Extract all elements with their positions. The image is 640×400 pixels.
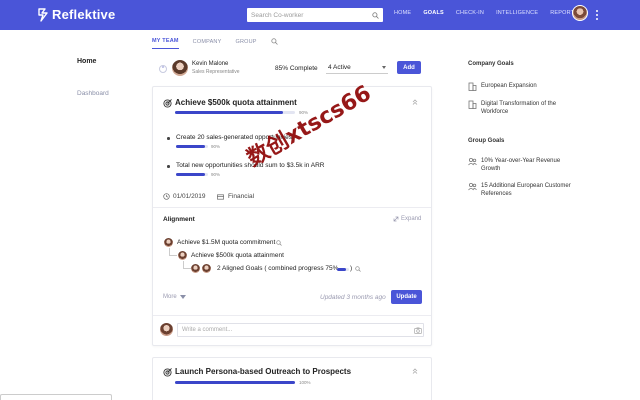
tab-group[interactable]: GROUP [235,39,256,49]
more-menu-icon[interactable] [596,10,599,20]
more-button[interactable]: More [163,294,186,300]
goal-card: Launch Persona-based Outreach to Prospec… [152,357,432,400]
comment-input[interactable]: Write a comment... [177,323,424,337]
status-dropdown-value: 4 Active [328,64,351,71]
expand-button[interactable]: Expand [393,216,421,222]
member-progress: 85% Complete [275,65,318,72]
collapse-toggle-icon[interactable]: ^ [159,65,167,73]
nav-home[interactable]: HOME [394,10,411,16]
member-role: Sales Representative [192,69,240,75]
team-member-row: ^ Kevin Malone Sales Representative 85% … [152,57,432,79]
bullet-icon [167,165,170,168]
goal-progress-fill [175,111,283,114]
target-icon [163,368,172,377]
tab-my-team[interactable]: MY TEAM [152,38,179,49]
group-goal-text: 10% Year-over-Year Revenue Growth [481,158,561,172]
subgoal-progress-label: 90% [211,172,221,177]
nav-intelligence[interactable]: INTELLIGENCE [496,10,538,16]
goal-title[interactable]: Launch Persona-based Outreach to Prospec… [175,367,351,376]
commenter-avatar [160,323,173,336]
group-goal-item[interactable]: 15 Additional European Customer Referenc… [468,182,571,198]
subgoal-progress-fill [176,173,205,176]
goal-progress-bar [175,381,295,384]
search-placeholder: Search Co-worker [251,11,304,19]
tab-company[interactable]: COMPANY [193,39,222,49]
company-goal-item[interactable]: European Expansion [468,82,571,91]
app-title: Reflektive [52,7,116,22]
group-goals-heading: Group Goals [468,138,505,144]
group-icon [468,182,477,191]
collapse-icon[interactable] [412,99,418,105]
add-goal-button[interactable]: Add [397,61,421,74]
aligned-progress-fill [337,268,346,271]
category-icon [217,194,224,200]
self-goal-avatar [178,251,187,260]
subgoal-progress-bar [176,145,208,148]
updated-timestamp: Updated 3 months ago [320,294,386,301]
group-goal-item[interactable]: 10% Year-over-Year Revenue Growth [468,157,571,173]
alignment-label: Alignment [163,216,195,223]
search-icon[interactable] [372,11,379,19]
goal-title[interactable]: Achieve $500k quota attainment [175,98,297,107]
caret-down-icon [179,295,186,299]
search-icon[interactable] [276,240,282,246]
goal-due-date: 01/01/2019 [173,193,206,200]
expand-label: Expand [401,216,422,222]
company-goal-text: European Expansion [481,83,537,89]
camera-icon[interactable] [414,327,422,334]
building-icon [468,100,477,109]
left-nav-home[interactable]: Home [77,58,96,65]
company-goal-item[interactable]: Digital Transformation of the Workforce [468,100,571,116]
goal-progress-bar [175,111,295,114]
parent-goal-text[interactable]: Achieve $1.5M quota commitment [177,239,275,246]
more-label: More [163,294,177,300]
nav-goals[interactable]: GOALS [423,10,444,16]
aligned-progress-bar [337,268,349,271]
subgoal-progress-bar [176,173,208,176]
child-goal-avatar [202,264,211,273]
caret-down-icon [382,66,386,69]
target-icon [163,99,172,108]
user-avatar[interactable] [572,5,588,21]
top-bar: Reflektive Search Co-worker HOME GOALS C… [0,0,640,30]
status-dropdown[interactable]: 4 Active [326,62,388,74]
search-icon[interactable] [355,266,361,272]
clock-icon [163,193,170,200]
left-nav-dashboard[interactable]: Dashboard [77,90,109,97]
company-goal-text: Digital Transformation of the Workforce [481,101,557,115]
reflektive-logo-icon [38,7,48,22]
divider [153,207,431,208]
main-nav: HOME GOALS CHECK-IN INTELLIGENCE REPORTS [394,10,590,16]
logo[interactable]: Reflektive [37,7,115,22]
nav-checkin[interactable]: CHECK-IN [456,10,484,16]
aligned-goals-text[interactable]: 2 Aligned Goals ( combined progress 75% [217,265,338,272]
group-icon [468,157,477,166]
bullet-icon [167,137,170,140]
tab-search-icon[interactable] [271,38,278,45]
parent-goal-avatar [164,238,173,247]
divider [153,315,431,316]
tree-connector [183,261,191,269]
update-button[interactable]: Update [391,290,422,304]
company-goals-heading: Company Goals [468,61,514,67]
child-goal-avatar [191,264,200,273]
building-icon [468,82,477,91]
self-goal-text[interactable]: Achieve $500k quota attainment [191,252,284,259]
bottom-panel-edge [0,394,112,400]
subgoal-progress-fill [176,145,205,148]
goal-tabs: MY TEAM COMPANY GROUP [152,38,278,49]
member-avatar [172,60,188,76]
search-input[interactable]: Search Co-worker [247,8,383,22]
subgoal-progress-label: 90% [211,144,221,149]
collapse-icon[interactable] [412,368,418,374]
tree-connector [169,248,177,256]
group-goal-text: 15 Additional European Customer Referenc… [481,183,571,197]
goal-progress-fill [175,381,295,384]
member-name[interactable]: Kevin Malone [192,61,228,67]
goal-progress-label: 100% [299,380,311,385]
goal-category: Financial [228,193,255,200]
expand-icon [393,216,399,222]
